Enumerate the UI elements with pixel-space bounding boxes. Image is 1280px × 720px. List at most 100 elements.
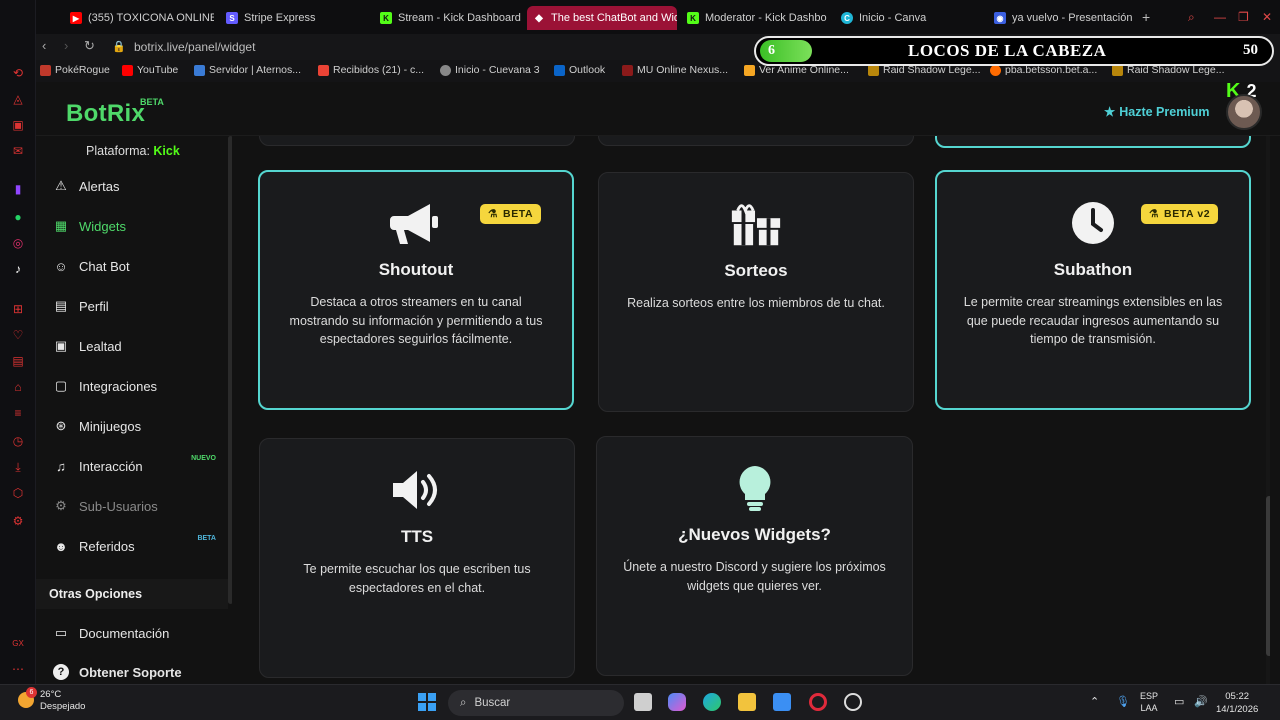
widget-card-nuevos-widgets[interactable]: ¿Nuevos Widgets? Únete a nuestro Discord… — [596, 436, 913, 676]
botrix-logo[interactable]: BotRix — [66, 100, 145, 128]
new-badge: NUEVO — [191, 455, 216, 462]
bookmark[interactable]: Outlook — [554, 64, 605, 76]
instagram-icon[interactable]: ◎ — [9, 234, 27, 252]
task-view-icon[interactable] — [634, 693, 652, 711]
sidebar-item-interaccion[interactable]: ♫ Interacción NUEVO — [36, 449, 228, 483]
back-icon[interactable]: ‹ — [42, 38, 46, 53]
users-cog-icon: ⚙ — [55, 498, 67, 513]
sidebar-item-sub-usuarios[interactable]: ⚙ Sub-Usuarios — [36, 489, 228, 523]
volume-icon[interactable]: 🔊 — [1194, 695, 1208, 708]
bookmark[interactable]: MU Online Nexus... — [622, 64, 728, 76]
tabs-icon[interactable]: ≡ — [9, 404, 27, 422]
scrollbar-thumb[interactable] — [1266, 496, 1270, 656]
edge-icon[interactable] — [703, 693, 721, 711]
browser-tab[interactable]: K Moderator - Kick Dashbo — [681, 6, 831, 30]
bookmarks-icon[interactable]: ▤ — [9, 352, 27, 370]
lightbulb-icon — [727, 463, 783, 513]
network-icon[interactable]: ▭ — [1174, 695, 1184, 708]
more-icon[interactable]: ⋯ — [9, 660, 27, 678]
flask-icon: ⚗ — [488, 208, 499, 220]
maximize-icon[interactable]: ❐ — [1238, 10, 1249, 24]
taskbar-clock[interactable]: 05:22 14/1/2026 — [1216, 690, 1258, 716]
aria-icon[interactable]: ◬ — [9, 90, 27, 108]
sidebar-item-integraciones[interactable]: ▢ Integraciones — [36, 369, 228, 403]
sidebar-item-chat-bot[interactable]: ☺ Chat Bot — [36, 249, 228, 283]
section-heading-otras-opciones: Otras Opciones — [36, 579, 228, 609]
app-header: BotRix BETA ★ Hazte Premium K2 — [36, 80, 1280, 136]
windows-start-icon[interactable] — [418, 693, 436, 711]
browser-tab[interactable]: ◉ ya vuelvo - Presentación — [988, 6, 1138, 30]
apps-icon[interactable]: ⊞ — [9, 300, 27, 318]
widget-card-partial[interactable] — [598, 136, 914, 146]
main-scrollbar[interactable] — [1266, 136, 1270, 684]
sidebar-item-alertas[interactable]: ⚠ Alertas — [36, 169, 228, 203]
browser-tab[interactable]: S Stripe Express — [220, 6, 370, 30]
new-tab-icon[interactable]: + — [1142, 9, 1150, 25]
taskbar-search[interactable]: ⌕ Buscar — [448, 690, 624, 716]
globe-icon — [440, 64, 451, 76]
betsson-icon — [990, 64, 1001, 76]
sidebar-item-referidos[interactable]: ☻ Referidos BETA — [36, 529, 228, 563]
store-icon[interactable] — [773, 693, 791, 711]
sidebar-item-widgets[interactable]: ▦ Widgets — [36, 209, 228, 243]
id-card-icon: ▤ — [54, 298, 68, 313]
language-indicator[interactable]: ESP LAA — [1140, 690, 1158, 714]
url-field[interactable]: botrix.live/panel/widget — [134, 40, 255, 54]
browser-tab-active[interactable]: ◆ The best ChatBot and Wid — [527, 6, 677, 30]
search-icon: ⌕ — [460, 696, 467, 709]
history-icon[interactable]: ◷ — [9, 432, 27, 450]
opera-gx-taskbar-icon[interactable] — [809, 693, 827, 711]
browser-tab[interactable]: ▶ (355) TOXICONA ONLINE — [64, 6, 214, 30]
browser-tab[interactable]: K Stream - Kick Dashboard — [374, 6, 524, 30]
anime-icon — [744, 64, 755, 76]
reload-icon[interactable]: ↻ — [84, 38, 95, 54]
chevron-up-icon[interactable]: ⌃ — [1090, 695, 1099, 708]
music-note-icon: ♫ — [56, 458, 66, 474]
widget-card-tts[interactable]: TTS Te permite escuchar los que escriben… — [259, 438, 575, 678]
tiktok-icon[interactable]: ♪ — [9, 260, 27, 278]
widget-card-partial[interactable] — [259, 136, 575, 146]
sidebar-item-minijuegos[interactable]: ⊛ Minijuegos — [36, 409, 228, 443]
messenger-icon[interactable]: ✉ — [9, 142, 27, 160]
scroll-icon: ▭ — [54, 625, 68, 640]
bookmark[interactable]: Inicio - Cuevana 3 — [440, 64, 540, 76]
heart-icon[interactable]: ♡ — [9, 326, 27, 344]
settings-icon[interactable]: ⚙ — [9, 512, 27, 530]
downloads-icon[interactable]: ⤓ — [9, 458, 27, 476]
users-icon: ☻ — [54, 538, 68, 554]
bookmark[interactable]: YouTube — [122, 64, 178, 76]
widget-card-subathon[interactable]: ⚗ BETA v2 Subathon Le permite crear strea… — [935, 170, 1251, 410]
widget-card-partial[interactable] — [935, 136, 1251, 148]
home-icon[interactable]: ⟲ — [9, 64, 27, 82]
sidebar-item-lealtad[interactable]: ▣ Lealtad — [36, 329, 228, 363]
bookmark[interactable]: Servidor | Aternos... — [194, 64, 301, 76]
sidebar-item-perfil[interactable]: ▤ Perfil — [36, 289, 228, 323]
grid-icon: ▦ — [54, 218, 68, 233]
bookmark[interactable]: Recibidos (21) - c... — [318, 64, 424, 76]
sidebar-item-documentacion[interactable]: ▭ Documentación — [36, 616, 228, 650]
user-avatar[interactable] — [1226, 94, 1262, 130]
search-tabs-icon[interactable]: ⌕ — [1188, 10, 1195, 25]
twitch-icon[interactable]: ▮ — [9, 180, 27, 198]
widget-card-shoutout[interactable]: ⚗ BETA Shoutout Destaca a otros streamers… — [258, 170, 574, 410]
premium-button[interactable]: ★ Hazte Premium — [1104, 104, 1210, 120]
whatsapp-icon[interactable]: ● — [9, 208, 27, 226]
windows-taskbar: 6 26°C Despejado ⌕ Buscar ⌃ 🎙 ESP LAA ▭ 🔊 0… — [0, 684, 1280, 720]
extensions-icon[interactable]: ⬡ — [9, 484, 27, 502]
close-icon[interactable]: ✕ — [1262, 10, 1272, 24]
forward-icon[interactable]: › — [64, 38, 68, 53]
gx-icon[interactable]: GX — [9, 634, 27, 652]
speed-dial-icon[interactable]: ▣ — [9, 116, 27, 134]
microphone-icon[interactable]: 🎙 — [1116, 695, 1130, 708]
pinboard-icon[interactable]: ⌂ — [9, 378, 27, 396]
file-explorer-icon[interactable] — [738, 693, 756, 711]
widget-card-sorteos[interactable]: Sorteos Realiza sorteos entre los miembr… — [598, 172, 914, 412]
flask-icon: ⚗ — [1149, 208, 1160, 220]
widget-title: ¿Nuevos Widgets? — [678, 525, 831, 544]
app-taskbar-icon[interactable] — [844, 693, 862, 711]
copilot-icon[interactable] — [668, 693, 686, 711]
browser-tab[interactable]: C Inicio - Canva — [835, 6, 985, 30]
bookmark[interactable]: PokéRogue — [40, 64, 110, 76]
megaphone-icon — [388, 198, 444, 248]
minimize-icon[interactable]: — — [1214, 10, 1226, 24]
